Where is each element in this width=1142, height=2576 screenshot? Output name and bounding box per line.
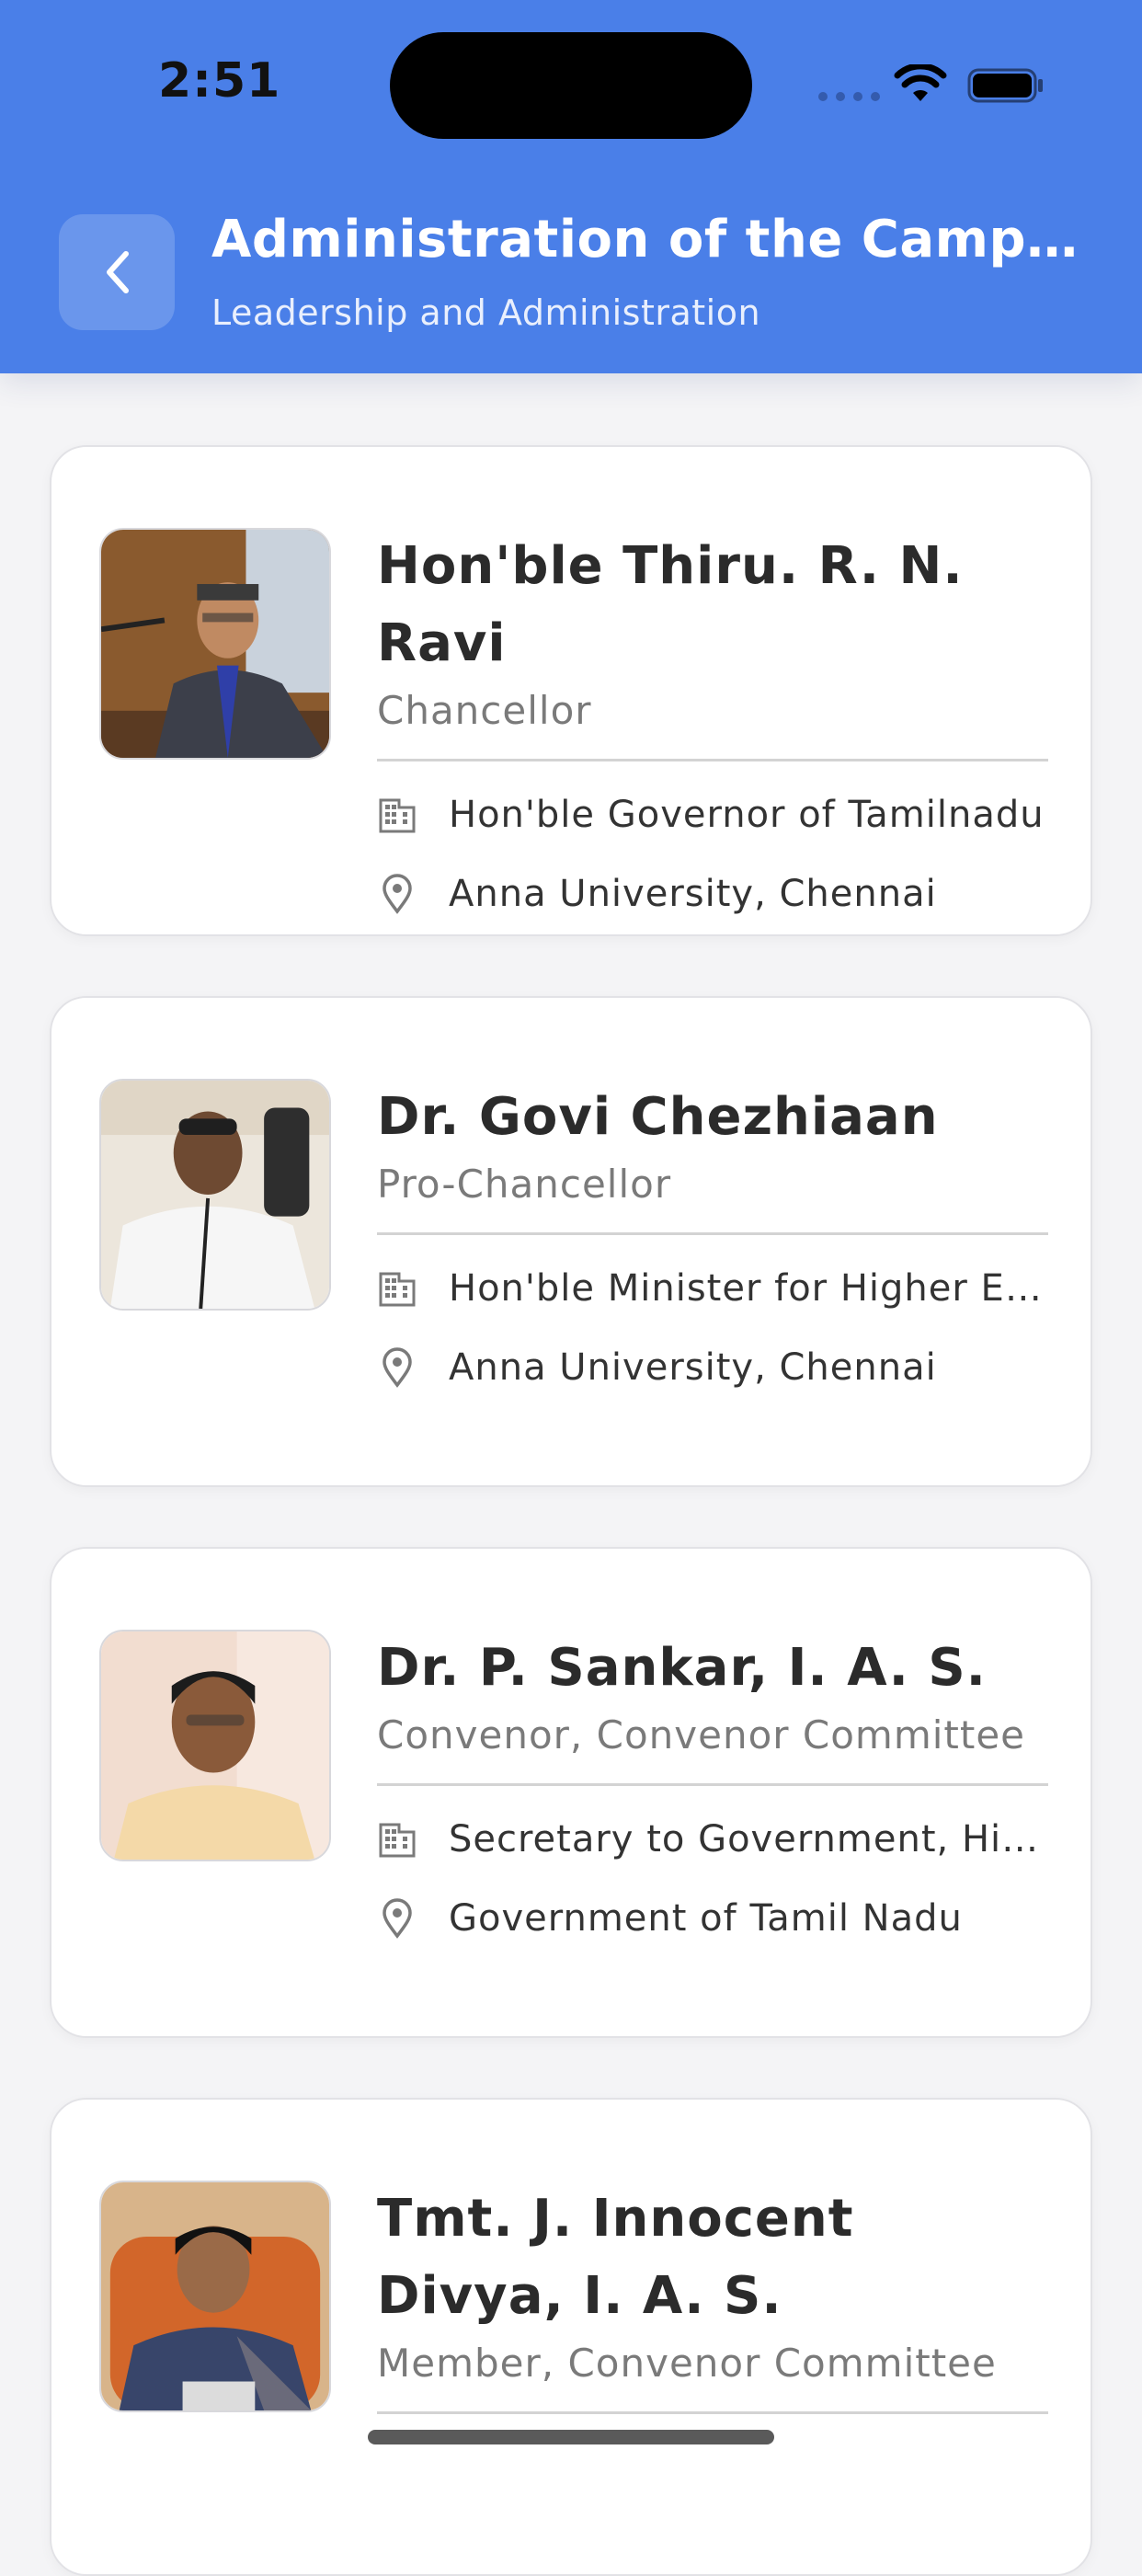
chevron-left-icon: [107, 251, 129, 293]
divider: [377, 1783, 1048, 1786]
person-role: Member, Convenor Committee: [377, 2341, 997, 2386]
app-header: 2:51 Administration of the Campus... Lea…: [0, 0, 1142, 373]
divider: [377, 759, 1048, 761]
battery-icon: [967, 68, 1043, 103]
designation-text: Hon'ble Minister for Higher Ed...: [449, 1267, 1048, 1310]
location-pin-icon: [383, 1347, 412, 1388]
location-row: Anna University, Chennai: [377, 868, 1048, 920]
building-icon: [379, 798, 416, 833]
back-button[interactable]: [59, 214, 175, 330]
person-card[interactable]: Hon'ble Thiru. R. N. Ravi Chancellor Hon…: [50, 445, 1092, 936]
home-indicator[interactable]: [368, 2430, 774, 2444]
page-title: Administration of the Campus...: [211, 210, 1085, 269]
designation-text: Secretary to Government, Hig...: [449, 1818, 1048, 1860]
building-icon: [379, 1823, 416, 1858]
person-card[interactable]: Dr. P. Sankar, I. A. S. Convenor, Conven…: [50, 1547, 1092, 2038]
location-pin-icon: [383, 874, 412, 914]
divider: [377, 1232, 1048, 1235]
person-role: Convenor, Convenor Committee: [377, 1712, 1026, 1757]
designation-row: Hon'ble Governor of Tamilnadu: [377, 789, 1048, 841]
person-role: Pro-Chancellor: [377, 1162, 672, 1207]
person-name: Tmt. J. Innocent Divya, I. A. S.: [377, 2189, 854, 2326]
person-photo: [99, 528, 331, 760]
dynamic-island: [390, 32, 752, 139]
person-name: Dr. P. Sankar, I. A. S.: [377, 1638, 987, 1698]
location-text: Anna University, Chennai: [449, 873, 937, 915]
location-row: Anna University, Chennai: [377, 1342, 1048, 1393]
person-photo: [99, 2181, 331, 2412]
location-text: Government of Tamil Nadu: [449, 1897, 963, 1940]
person-photo: [99, 1630, 331, 1861]
location-pin-icon: [383, 1898, 412, 1939]
location-text: Anna University, Chennai: [449, 1346, 937, 1389]
wifi-icon: [894, 64, 947, 101]
status-time: 2:51: [158, 53, 281, 109]
person-name: Hon'ble Thiru. R. N. Ravi: [377, 536, 964, 673]
designation-row: Hon'ble Minister for Higher Ed...: [377, 1263, 1048, 1314]
location-row: Government of Tamil Nadu: [377, 1893, 1048, 1944]
person-card[interactable]: Dr. Govi Chezhiaan Pro-Chancellor Hon'bl…: [50, 996, 1092, 1487]
page-subtitle: Leadership and Administration: [211, 292, 761, 333]
cellular-signal-icon: [818, 92, 880, 101]
building-icon: [379, 1272, 416, 1307]
divider: [377, 2411, 1048, 2414]
person-role: Chancellor: [377, 688, 592, 733]
designation-text: Hon'ble Governor of Tamilnadu: [449, 794, 1045, 836]
person-name: Dr. Govi Chezhiaan: [377, 1087, 939, 1147]
designation-row: Secretary to Government, Hig...: [377, 1814, 1048, 1865]
person-card[interactable]: Tmt. J. Innocent Divya, I. A. S. Member,…: [50, 2098, 1092, 2576]
person-photo: [99, 1079, 331, 1311]
